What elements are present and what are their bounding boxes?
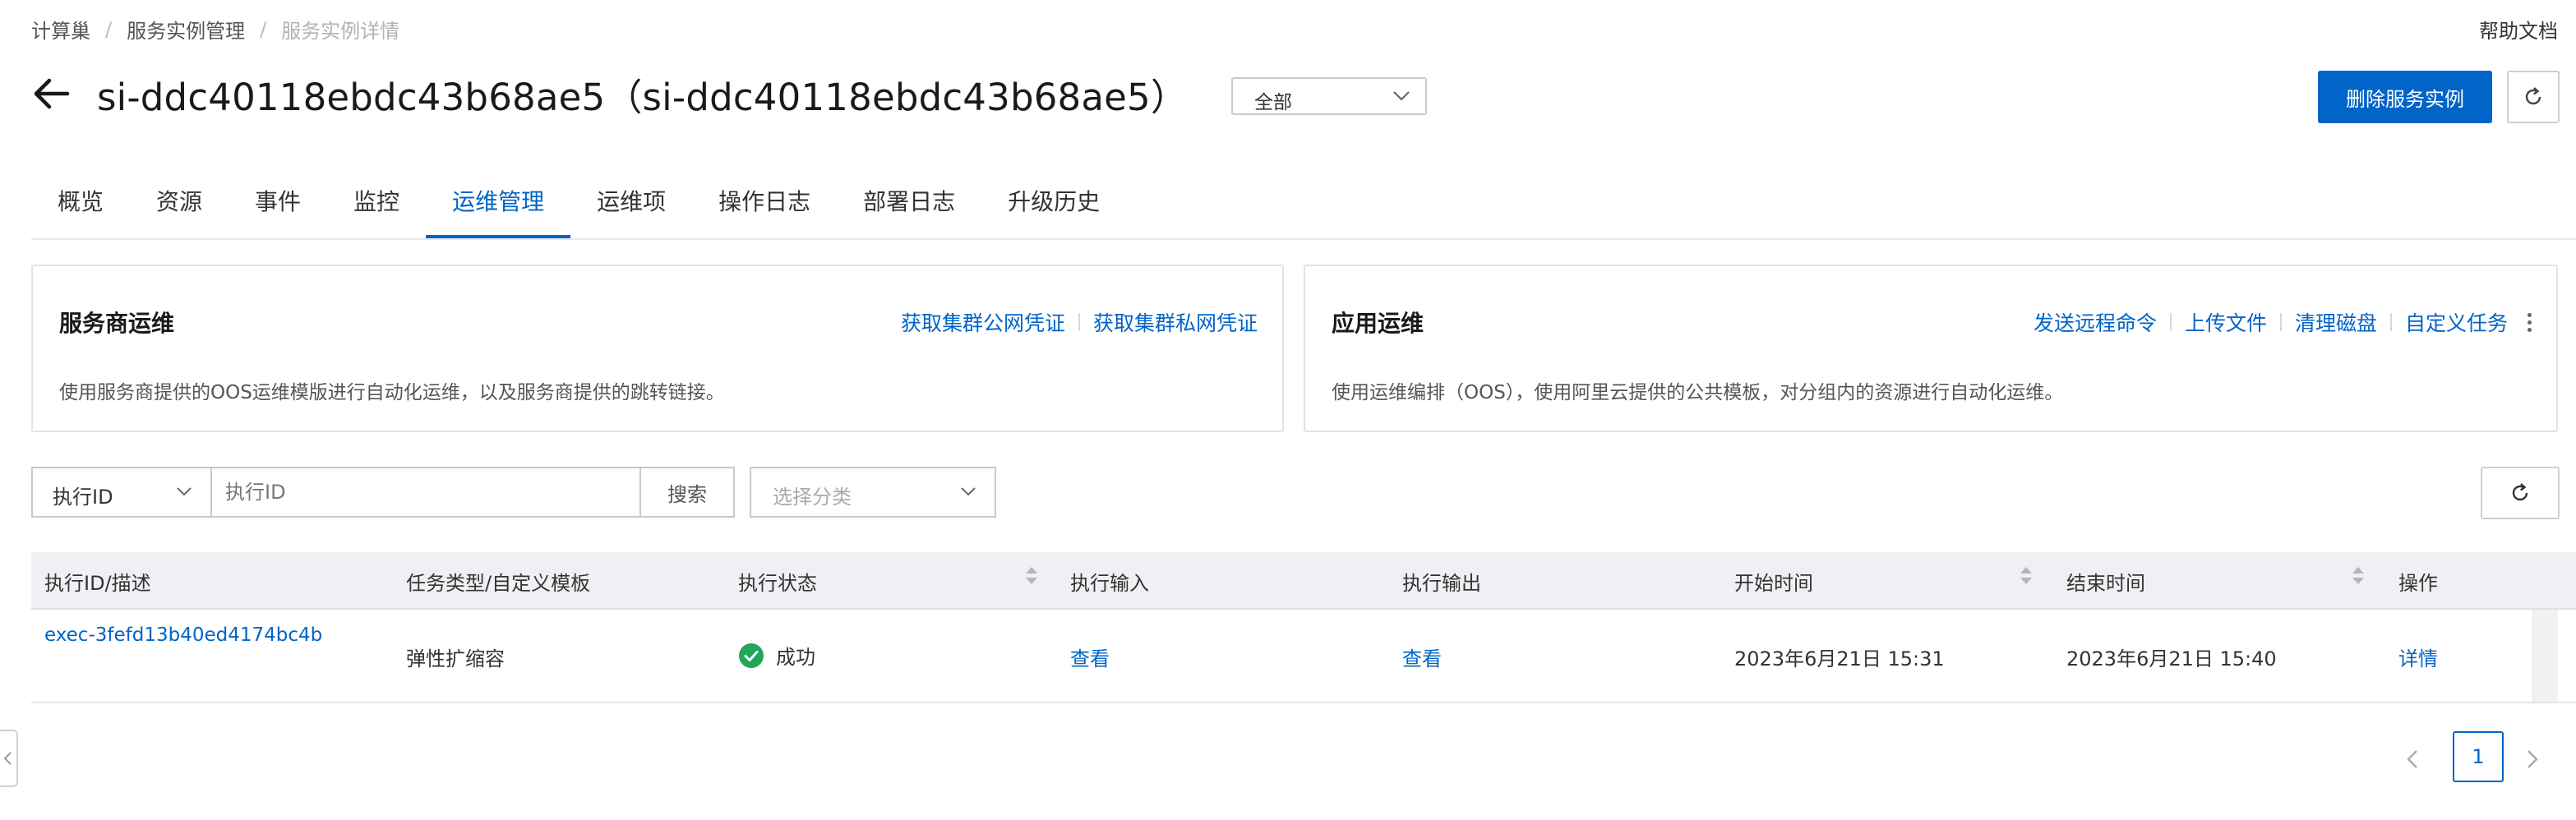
task-type-cell: 弹性扩缩容 <box>406 647 505 670</box>
refresh-icon <box>2525 87 2541 105</box>
side-panel-toggle[interactable] <box>0 730 18 787</box>
provider-ops-description: 使用服务商提供的OOS运维模版进行自动化运维，以及服务商提供的跳转链接。 <box>59 382 725 403</box>
scope-select-value: 全部 <box>1254 92 1292 113</box>
execution-id-search-input[interactable] <box>210 467 641 518</box>
column-header-input: 执行输入 <box>1070 572 1149 595</box>
tab-upgrade-history[interactable]: 升级历史 <box>981 169 1126 238</box>
end-time-cell: 2023年6月21日 15:40 <box>2066 647 2277 670</box>
app-ops-card: 应用运维 发送远程命令 上传文件 清理磁盘 自定义任务 使用运维编排（OOS），… <box>1304 265 2558 432</box>
table-refresh-button[interactable] <box>2481 467 2560 519</box>
column-header-output: 执行输出 <box>1402 572 1481 595</box>
details-link[interactable]: 详情 <box>2398 643 2438 671</box>
breadcrumb-separator: / <box>105 17 113 41</box>
custom-task-link[interactable]: 自定义任务 <box>2405 307 2508 337</box>
sort-icon[interactable] <box>1026 567 1037 584</box>
start-time-cell: 2023年6月21日 15:31 <box>1734 647 1945 670</box>
column-header-status: 执行状态 <box>738 572 817 595</box>
link-divider <box>2169 313 2172 331</box>
chevron-left-icon <box>3 752 12 765</box>
breadcrumb: 计算巢 / 服务实例管理 / 服务实例详情 <box>31 15 399 44</box>
status-cell: 成功 <box>738 641 815 670</box>
table-row: exec-3fefd13b40ed4174bc4b 弹性扩缩容 成功 查看 查看… <box>31 610 2576 703</box>
get-private-credential-link[interactable]: 获取集群私网凭证 <box>1093 307 1258 337</box>
upload-file-link[interactable]: 上传文件 <box>2185 307 2267 337</box>
status-text: 成功 <box>776 646 815 669</box>
tab-bar: 概览 资源 事件 监控 运维管理 运维项 操作日志 部署日志 升级历史 <box>31 169 1126 238</box>
page-title: si-ddc40118ebdc43b68ae5（si-ddc40118ebdc4… <box>97 76 1189 119</box>
pagination-page-1[interactable]: 1 <box>2453 731 2504 782</box>
chevron-down-icon <box>177 487 192 496</box>
refresh-icon <box>2512 483 2528 501</box>
breadcrumb-item-current: 服务实例详情 <box>281 20 400 43</box>
column-header-task-type: 任务类型/自定义模板 <box>406 572 591 595</box>
breadcrumb-item-instance-management[interactable]: 服务实例管理 <box>127 15 245 44</box>
column-header-actions: 操作 <box>2398 572 2438 595</box>
back-arrow-icon[interactable] <box>31 76 71 112</box>
view-input-link[interactable]: 查看 <box>1070 643 1110 671</box>
table-scrollbar[interactable] <box>2532 610 2558 702</box>
chevron-left-icon[interactable] <box>2397 743 2430 776</box>
search-field-value: 执行ID <box>53 486 113 509</box>
tab-events[interactable]: 事件 <box>229 169 327 238</box>
column-header-end-time: 结束时间 <box>2066 572 2145 595</box>
clean-disk-link[interactable]: 清理磁盘 <box>2295 307 2377 337</box>
category-select-placeholder: 选择分类 <box>773 486 852 509</box>
breadcrumb-separator: / <box>260 17 267 41</box>
link-divider <box>1078 313 1080 331</box>
provider-ops-links: 获取集群公网凭证 获取集群私网凭证 <box>901 307 1258 337</box>
delete-service-instance-button[interactable]: 删除服务实例 <box>2318 71 2492 123</box>
table-header: 执行ID/描述 任务类型/自定义模板 执行状态 执行输入 执行输出 开始时间 结… <box>31 552 2576 610</box>
tab-overview[interactable]: 概览 <box>31 169 130 238</box>
more-vertical-icon[interactable] <box>2528 312 2532 332</box>
category-select[interactable]: 选择分类 <box>750 467 996 518</box>
chevron-down-icon <box>961 487 976 496</box>
column-header-start-time: 开始时间 <box>1734 572 1813 595</box>
tab-ops-items[interactable]: 运维项 <box>570 169 692 238</box>
sort-icon[interactable] <box>2020 567 2032 584</box>
app-ops-title: 应用运维 <box>1332 310 1424 337</box>
tab-divider <box>31 238 2576 240</box>
column-header-exec-id: 执行ID/描述 <box>44 572 151 595</box>
sort-icon[interactable] <box>2352 567 2364 584</box>
search-button[interactable]: 搜索 <box>639 467 735 518</box>
search-field-select[interactable]: 执行ID <box>31 467 212 518</box>
tab-deploy-logs[interactable]: 部署日志 <box>837 169 981 238</box>
tab-monitoring[interactable]: 监控 <box>327 169 426 238</box>
app-ops-description: 使用运维编排（OOS），使用阿里云提供的公共模板，对分组内的资源进行自动化运维。 <box>1332 382 2064 403</box>
exec-id-link[interactable]: exec-3fefd13b40ed4174bc4b <box>44 624 322 646</box>
get-public-credential-link[interactable]: 获取集群公网凭证 <box>901 307 1065 337</box>
breadcrumb-item-compute-nest[interactable]: 计算巢 <box>31 15 90 44</box>
page-refresh-button[interactable] <box>2507 71 2560 123</box>
help-docs-link[interactable]: 帮助文档 <box>2479 15 2558 44</box>
tab-operation-logs[interactable]: 操作日志 <box>692 169 837 238</box>
scope-select[interactable]: 全部 <box>1231 77 1427 115</box>
send-remote-command-link[interactable]: 发送远程命令 <box>2034 307 2157 337</box>
provider-ops-card: 服务商运维 获取集群公网凭证 获取集群私网凭证 使用服务商提供的OOS运维模版进… <box>31 265 1284 432</box>
chevron-down-icon <box>1393 91 1410 101</box>
chevron-right-icon[interactable] <box>2515 743 2548 776</box>
tab-ops-management[interactable]: 运维管理 <box>426 169 571 238</box>
link-divider <box>2279 313 2282 331</box>
provider-ops-title: 服务商运维 <box>59 310 175 337</box>
link-divider <box>2389 313 2392 331</box>
view-output-link[interactable]: 查看 <box>1402 643 1442 671</box>
app-ops-links: 发送远程命令 上传文件 清理磁盘 自定义任务 <box>2034 307 2532 337</box>
success-check-icon <box>739 643 764 668</box>
tab-resources[interactable]: 资源 <box>130 169 229 238</box>
